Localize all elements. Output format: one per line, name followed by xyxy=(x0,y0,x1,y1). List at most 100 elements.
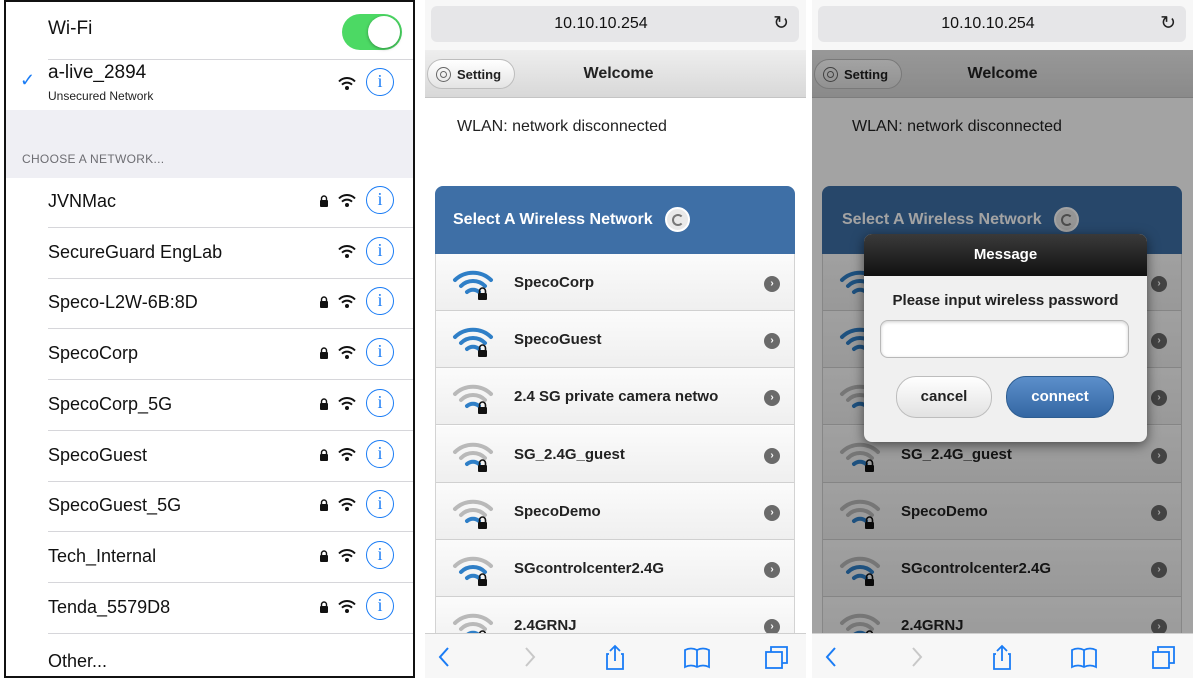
network-row[interactable]: SecureGuard EngLab i xyxy=(6,229,413,279)
info-icon[interactable]: i xyxy=(366,287,394,316)
chevron-right-icon: › xyxy=(1151,504,1167,521)
select-network-title: Select A Wireless Network xyxy=(453,211,653,228)
wifi-lock-icon xyxy=(840,442,880,472)
share-icon[interactable] xyxy=(601,643,629,671)
info-icon[interactable]: i xyxy=(366,439,394,468)
password-input[interactable] xyxy=(880,320,1129,358)
network-row[interactable]: SpecoCorp_5G i xyxy=(6,381,413,431)
network-row[interactable]: SpecoCorp i xyxy=(6,330,413,381)
network-name: JVNMac xyxy=(48,191,117,211)
share-icon[interactable] xyxy=(988,643,1016,671)
address-bar[interactable]: 10.10.10.254 ↻ xyxy=(431,6,799,42)
ios-wifi-panel: Wi-Fi ✓ a-live_2894 Unsecured Network i … xyxy=(4,0,415,678)
chevron-right-icon: › xyxy=(764,276,780,292)
wifi-signal-icon xyxy=(338,447,356,461)
info-icon[interactable]: i xyxy=(366,388,394,417)
back-icon[interactable] xyxy=(818,643,846,671)
wifi-lock-icon xyxy=(453,327,493,358)
wifi-lock-icon xyxy=(840,613,880,634)
connect-button[interactable]: connect xyxy=(1006,376,1114,418)
wifi-lock-icon xyxy=(453,442,493,472)
network-list-item[interactable]: SpecoDemo › xyxy=(436,482,794,540)
info-icon[interactable]: i xyxy=(366,68,394,96)
network-row[interactable]: JVNMac i xyxy=(6,178,413,228)
wlan-status: WLAN: network disconnected xyxy=(852,118,1062,135)
network-list-item[interactable]: SpecoGuest › xyxy=(436,311,794,369)
network-name: SpecoGuest xyxy=(48,444,148,465)
chevron-right-icon: › xyxy=(764,504,780,521)
section-header: CHOOSE A NETWORK... xyxy=(6,110,413,178)
cancel-button[interactable]: cancel xyxy=(896,376,992,418)
network-name: SpecoDemo xyxy=(901,502,988,520)
connected-network-row[interactable]: ✓ a-live_2894 Unsecured Network i xyxy=(6,60,413,110)
chevron-right-icon: › xyxy=(764,333,780,350)
forward-icon[interactable] xyxy=(515,643,543,671)
refresh-icon[interactable] xyxy=(1054,207,1079,232)
network-list-item[interactable]: 2.4 SG private camera netwo › xyxy=(436,368,794,426)
info-icon[interactable]: i xyxy=(366,591,394,620)
info-icon[interactable]: i xyxy=(366,236,394,265)
lock-icon xyxy=(320,600,328,613)
bookmarks-icon[interactable] xyxy=(683,643,711,671)
network-list-item[interactable]: SG_2.4G_guest › xyxy=(436,425,794,483)
lock-icon xyxy=(320,195,328,207)
network-name: Tech_Internal xyxy=(48,545,157,566)
network-row[interactable]: SpecoGuest_5G i xyxy=(6,482,413,533)
dialog-message: Please input wireless password xyxy=(892,292,1119,309)
network-row[interactable]: Tenda_5579D8 i xyxy=(6,584,413,634)
info-icon[interactable]: i xyxy=(366,186,394,214)
wifi-lock-icon xyxy=(453,499,493,529)
wifi-signal-icon xyxy=(338,549,356,562)
network-list: SpecoCorp›SpecoGuest›2.4 SG private came… xyxy=(435,254,795,634)
reload-icon[interactable]: ↻ xyxy=(1160,12,1176,35)
address-bar-area: 10.10.10.254 ↻ xyxy=(425,0,806,50)
bookmarks-icon[interactable] xyxy=(1070,643,1098,671)
toggle-knob xyxy=(368,16,400,48)
network-list-item[interactable]: SpecoCorp › xyxy=(436,254,794,311)
chevron-right-icon: › xyxy=(764,562,780,578)
wifi-lock-icon xyxy=(453,385,493,415)
chevron-right-icon: › xyxy=(1151,333,1167,350)
refresh-icon[interactable] xyxy=(665,207,690,232)
network-name: SpecoCorp xyxy=(514,274,595,291)
reload-icon[interactable]: ↻ xyxy=(773,12,789,35)
wifi-signal-icon xyxy=(338,346,356,360)
wifi-signal-icon xyxy=(338,295,356,309)
lock-icon xyxy=(320,448,328,461)
other-network-row[interactable]: Other... xyxy=(6,634,413,676)
address-bar[interactable]: 10.10.10.254 ↻ xyxy=(818,6,1186,42)
network-row[interactable]: Speco-L2W-6B:8D i xyxy=(6,279,413,330)
chevron-right-icon: › xyxy=(764,390,780,407)
chevron-right-icon: › xyxy=(1151,619,1167,634)
network-row[interactable]: SpecoGuest i xyxy=(6,432,413,482)
dialog-title: Message xyxy=(864,234,1147,276)
back-icon[interactable] xyxy=(431,643,459,671)
choose-network-header: CHOOSE A NETWORK... xyxy=(22,152,165,166)
chevron-right-icon: › xyxy=(764,447,780,464)
network-list-item[interactable]: SGcontrolcenter2.4G › xyxy=(436,540,794,597)
info-icon[interactable]: i xyxy=(366,540,394,569)
tabs-icon[interactable] xyxy=(763,643,791,671)
forward-icon[interactable] xyxy=(902,643,930,671)
network-name: SecureGuard EngLab xyxy=(48,241,223,262)
network-list-item[interactable]: SpecoDemo › xyxy=(823,482,1181,540)
chevron-right-icon: › xyxy=(764,619,780,634)
wifi-label: Wi-Fi xyxy=(48,18,93,39)
browser-panel-list: 10.10.10.254 ↻ Setting Welcome WLAN: net… xyxy=(425,0,806,678)
select-network-header[interactable]: Select A Wireless Network xyxy=(435,186,795,254)
page-header: Setting Welcome xyxy=(425,50,806,98)
wifi-signal-icon xyxy=(338,244,356,258)
info-icon[interactable]: i xyxy=(366,490,394,519)
network-list-item[interactable]: 2.4GRNJ › xyxy=(436,597,794,634)
network-list-item[interactable]: 2.4GRNJ › xyxy=(823,597,1181,634)
network-name: SpecoGuest xyxy=(514,331,602,349)
network-list-item[interactable]: SGcontrolcenter2.4G › xyxy=(823,540,1181,597)
checkmark-icon: ✓ xyxy=(20,70,36,90)
browser-toolbar xyxy=(425,633,806,678)
wifi-signal-icon xyxy=(338,194,356,207)
page-header: Setting Welcome xyxy=(812,50,1193,98)
tabs-icon[interactable] xyxy=(1150,643,1178,671)
info-icon[interactable]: i xyxy=(366,338,394,367)
network-row[interactable]: Tech_Internal i xyxy=(6,533,413,583)
wifi-toggle[interactable] xyxy=(342,14,402,50)
